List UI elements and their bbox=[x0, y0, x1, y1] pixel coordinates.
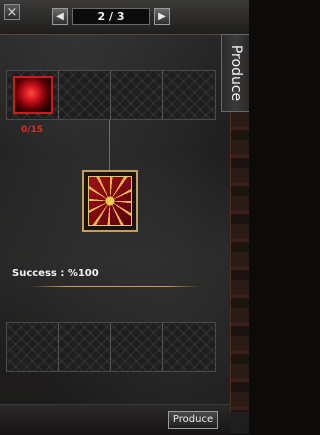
material-slot-3[interactable] bbox=[111, 71, 163, 119]
material-count: 0/15 bbox=[21, 125, 44, 135]
tab-produce-label: Produce bbox=[228, 44, 244, 102]
output-slot-3[interactable] bbox=[111, 323, 163, 371]
output-slot-1[interactable] bbox=[7, 323, 59, 371]
title-bar: × ◀ 2 / 3 ▶ bbox=[0, 0, 249, 35]
page-indicator: 2 / 3 bbox=[72, 8, 150, 25]
close-button[interactable]: × bbox=[4, 4, 20, 20]
divider bbox=[30, 286, 200, 287]
connector-line bbox=[109, 120, 110, 170]
material-slot-1[interactable] bbox=[7, 71, 59, 119]
red-orb-icon bbox=[13, 76, 53, 114]
success-rate: Success : %100 bbox=[12, 268, 99, 279]
produce-window: × ◀ 2 / 3 ▶ Produce 0/15 Success : %100 bbox=[0, 0, 249, 435]
page-navigator: ◀ 2 / 3 ▶ bbox=[52, 7, 170, 26]
output-slot-4[interactable] bbox=[163, 323, 215, 371]
output-slot-2[interactable] bbox=[59, 323, 111, 371]
arrow-left-icon: ◀ bbox=[56, 11, 64, 22]
arrow-right-icon: ▶ bbox=[158, 11, 166, 22]
red-card-deck-icon bbox=[88, 176, 132, 226]
material-slots bbox=[6, 70, 216, 120]
material-slot-2[interactable] bbox=[59, 71, 111, 119]
material-slot-4[interactable] bbox=[163, 71, 215, 119]
result-slot[interactable] bbox=[82, 170, 138, 232]
tab-produce[interactable]: Produce bbox=[221, 34, 249, 112]
side-ornament bbox=[230, 112, 249, 412]
prev-page-button[interactable]: ◀ bbox=[52, 8, 68, 25]
next-page-button[interactable]: ▶ bbox=[154, 8, 170, 25]
output-slots bbox=[6, 322, 216, 372]
produce-button[interactable]: Produce bbox=[168, 411, 218, 429]
